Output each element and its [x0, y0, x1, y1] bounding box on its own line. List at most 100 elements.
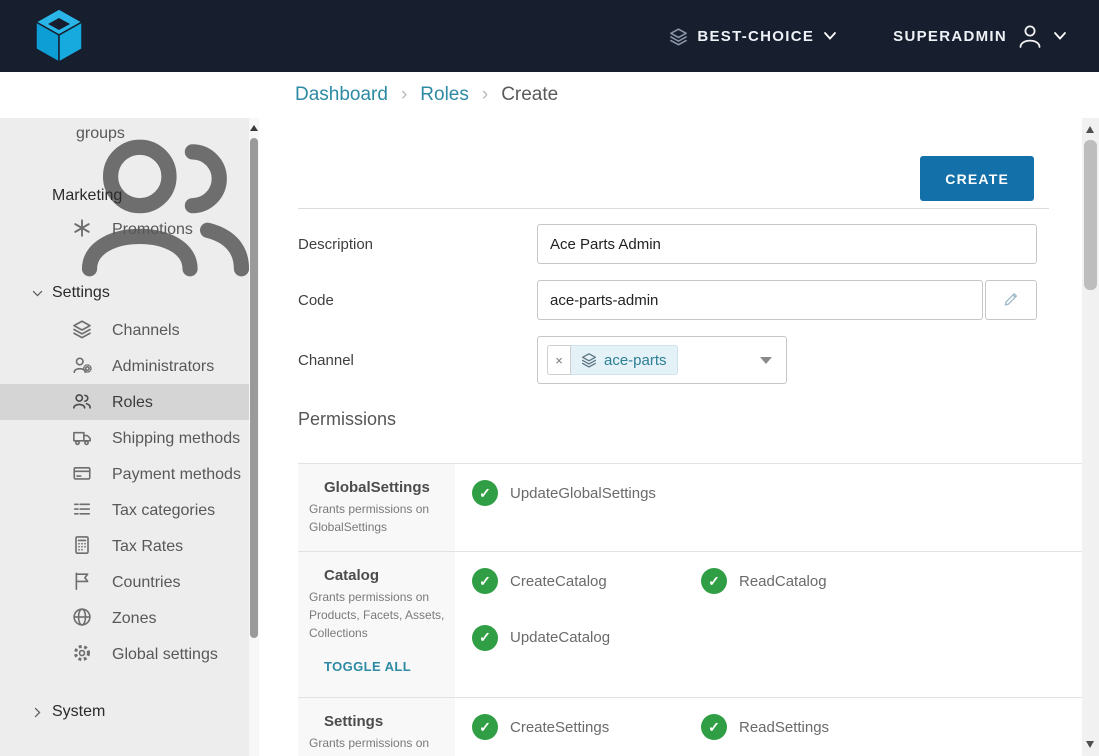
sidebar-item-channels[interactable]: Channels	[0, 312, 259, 348]
check-icon: ✓	[472, 480, 498, 506]
sidebar-section-label: System	[52, 703, 105, 720]
divider	[298, 208, 1049, 209]
sidebar-item-label: Tax Rates	[112, 538, 183, 555]
globe-icon	[72, 607, 92, 627]
permission-row-globalsettings: GlobalSettings Grants permissions on Glo…	[298, 464, 1082, 552]
sidebar-scrollbar[interactable]	[249, 118, 259, 756]
main-content: CREATE Description Code	[259, 118, 1099, 756]
permission-group-name: Catalog	[324, 567, 447, 584]
permissions-table: GlobalSettings Grants permissions on Glo…	[298, 463, 1082, 756]
administrator-icon	[72, 355, 92, 375]
permissions-title: Permissions	[298, 409, 1049, 430]
sidebar-item-countries[interactable]: Countries	[0, 564, 259, 600]
topbar: BEST-CHOICE SUPERADMIN	[0, 0, 1099, 72]
flag-icon	[72, 571, 92, 591]
code-row: Code	[298, 280, 1037, 320]
sidebar-item-label: Global settings	[112, 646, 218, 663]
sidebar-section-marketing: Marketing	[0, 186, 259, 206]
permission-group-name: GlobalSettings	[324, 479, 447, 496]
check-icon: ✓	[472, 568, 498, 594]
truck-icon	[72, 427, 92, 447]
channel-chip: × ace-parts	[547, 345, 678, 375]
chevron-down-icon	[1053, 31, 1067, 41]
channel-row: Channel × ace-parts	[298, 336, 1037, 384]
permission-row-catalog: Catalog Grants permissions on Products, …	[298, 552, 1082, 698]
sidebar-item-label: groups	[76, 125, 125, 143]
sidebar-item-label: Channels	[112, 322, 180, 339]
calculator-icon	[72, 535, 92, 555]
channel-selector-label: BEST-CHOICE	[697, 28, 814, 45]
permission-group-header: Catalog Grants permissions on Products, …	[298, 552, 455, 697]
scroll-up-arrow-icon[interactable]	[1086, 126, 1094, 133]
pencil-icon	[1002, 290, 1020, 311]
user-menu-label: SUPERADMIN	[893, 28, 1007, 45]
channel-selector[interactable]: BEST-CHOICE	[669, 27, 837, 46]
permission-group-name: Settings	[324, 713, 447, 730]
main-scrollbar-thumb[interactable]	[1084, 140, 1097, 290]
code-input[interactable]	[537, 280, 983, 320]
description-input[interactable]	[537, 224, 1037, 264]
sidebar-section-system[interactable]: System	[0, 702, 259, 722]
role-form: Description Code	[298, 224, 1049, 384]
breadcrumb-roles[interactable]: Roles	[420, 84, 469, 106]
sidebar-item-tax-categories[interactable]: Tax categories	[0, 492, 259, 528]
sidebar-item-label: Tax categories	[112, 502, 215, 519]
sidebar-item-global-settings[interactable]: Global settings	[0, 636, 259, 672]
users-icon	[72, 391, 92, 411]
permission-toggle-updatecatalog[interactable]: ✓ UpdateCatalog	[472, 625, 701, 651]
sidebar-item-promotions[interactable]: Promotions	[0, 211, 259, 247]
permission-toggle-updateglobalsettings[interactable]: ✓ UpdateGlobalSettings	[472, 480, 701, 506]
sidebar-item-label: Roles	[112, 394, 153, 411]
layers-icon	[72, 319, 92, 339]
sidebar-item-shipping-methods[interactable]: Shipping methods	[0, 420, 259, 456]
toggle-all-link[interactable]: TOGGLE ALL	[324, 659, 447, 674]
edit-code-button[interactable]	[985, 280, 1037, 320]
permission-group-description: Grants permissions on	[309, 734, 447, 752]
check-icon: ✓	[472, 625, 498, 651]
layers-icon	[581, 352, 597, 368]
sidebar-item-label: Payment methods	[112, 466, 241, 483]
sidebar-item-payment-methods[interactable]: Payment methods	[0, 456, 259, 492]
sidebar-item-administrators[interactable]: Administrators	[0, 348, 259, 384]
permission-group-header: Settings Grants permissions on	[298, 698, 455, 756]
check-icon: ✓	[701, 568, 727, 594]
sidebar-item-zones[interactable]: Zones	[0, 600, 259, 636]
chevron-down-icon	[31, 287, 44, 300]
sidebar-section-settings[interactable]: Settings	[0, 283, 259, 303]
permission-group-description: Grants permissions on GlobalSettings	[309, 500, 447, 536]
code-label: Code	[298, 292, 537, 309]
breadcrumb-current: Create	[501, 84, 558, 106]
list-icon	[72, 499, 92, 519]
sidebar-section-label: Settings	[52, 284, 110, 301]
sidebar-item-roles[interactable]: Roles	[0, 384, 259, 420]
channel-label: Channel	[298, 352, 537, 369]
channel-select[interactable]: × ace-parts	[537, 336, 787, 384]
breadcrumb-separator: ›	[401, 84, 407, 106]
sidebar-item-label: Zones	[112, 610, 156, 627]
scroll-up-arrow-icon[interactable]	[250, 125, 258, 131]
chevron-down-icon	[760, 357, 772, 364]
breadcrumb-dashboard[interactable]: Dashboard	[295, 84, 388, 106]
main-scrollbar[interactable]	[1082, 118, 1099, 756]
user-menu[interactable]: SUPERADMIN	[893, 22, 1067, 50]
credit-card-icon	[72, 463, 92, 483]
user-icon	[1016, 22, 1044, 50]
description-label: Description	[298, 236, 537, 253]
create-button[interactable]: CREATE	[920, 156, 1034, 201]
sidebar-scrollbar-thumb[interactable]	[250, 138, 258, 638]
permission-toggle-createsettings[interactable]: ✓ CreateSettings	[472, 714, 701, 740]
sidebar-item-tax-rates[interactable]: Tax Rates	[0, 528, 259, 564]
description-row: Description	[298, 224, 1037, 264]
sidebar-item-label: Administrators	[112, 358, 214, 375]
check-icon: ✓	[472, 714, 498, 740]
remove-channel-button[interactable]: ×	[547, 345, 571, 375]
check-icon: ✓	[701, 714, 727, 740]
permission-toggle-createcatalog[interactable]: ✓ CreateCatalog	[472, 568, 701, 594]
scroll-down-arrow-icon[interactable]	[1086, 741, 1094, 748]
breadcrumb-separator: ›	[482, 84, 488, 106]
asterisk-icon	[72, 218, 92, 238]
sidebar-item-customer-groups[interactable]: groups	[0, 118, 259, 146]
permission-toggle-readsettings[interactable]: ✓ ReadSettings	[701, 714, 930, 740]
app-logo-icon[interactable]	[30, 5, 94, 67]
permission-toggle-readcatalog[interactable]: ✓ ReadCatalog	[701, 568, 930, 594]
